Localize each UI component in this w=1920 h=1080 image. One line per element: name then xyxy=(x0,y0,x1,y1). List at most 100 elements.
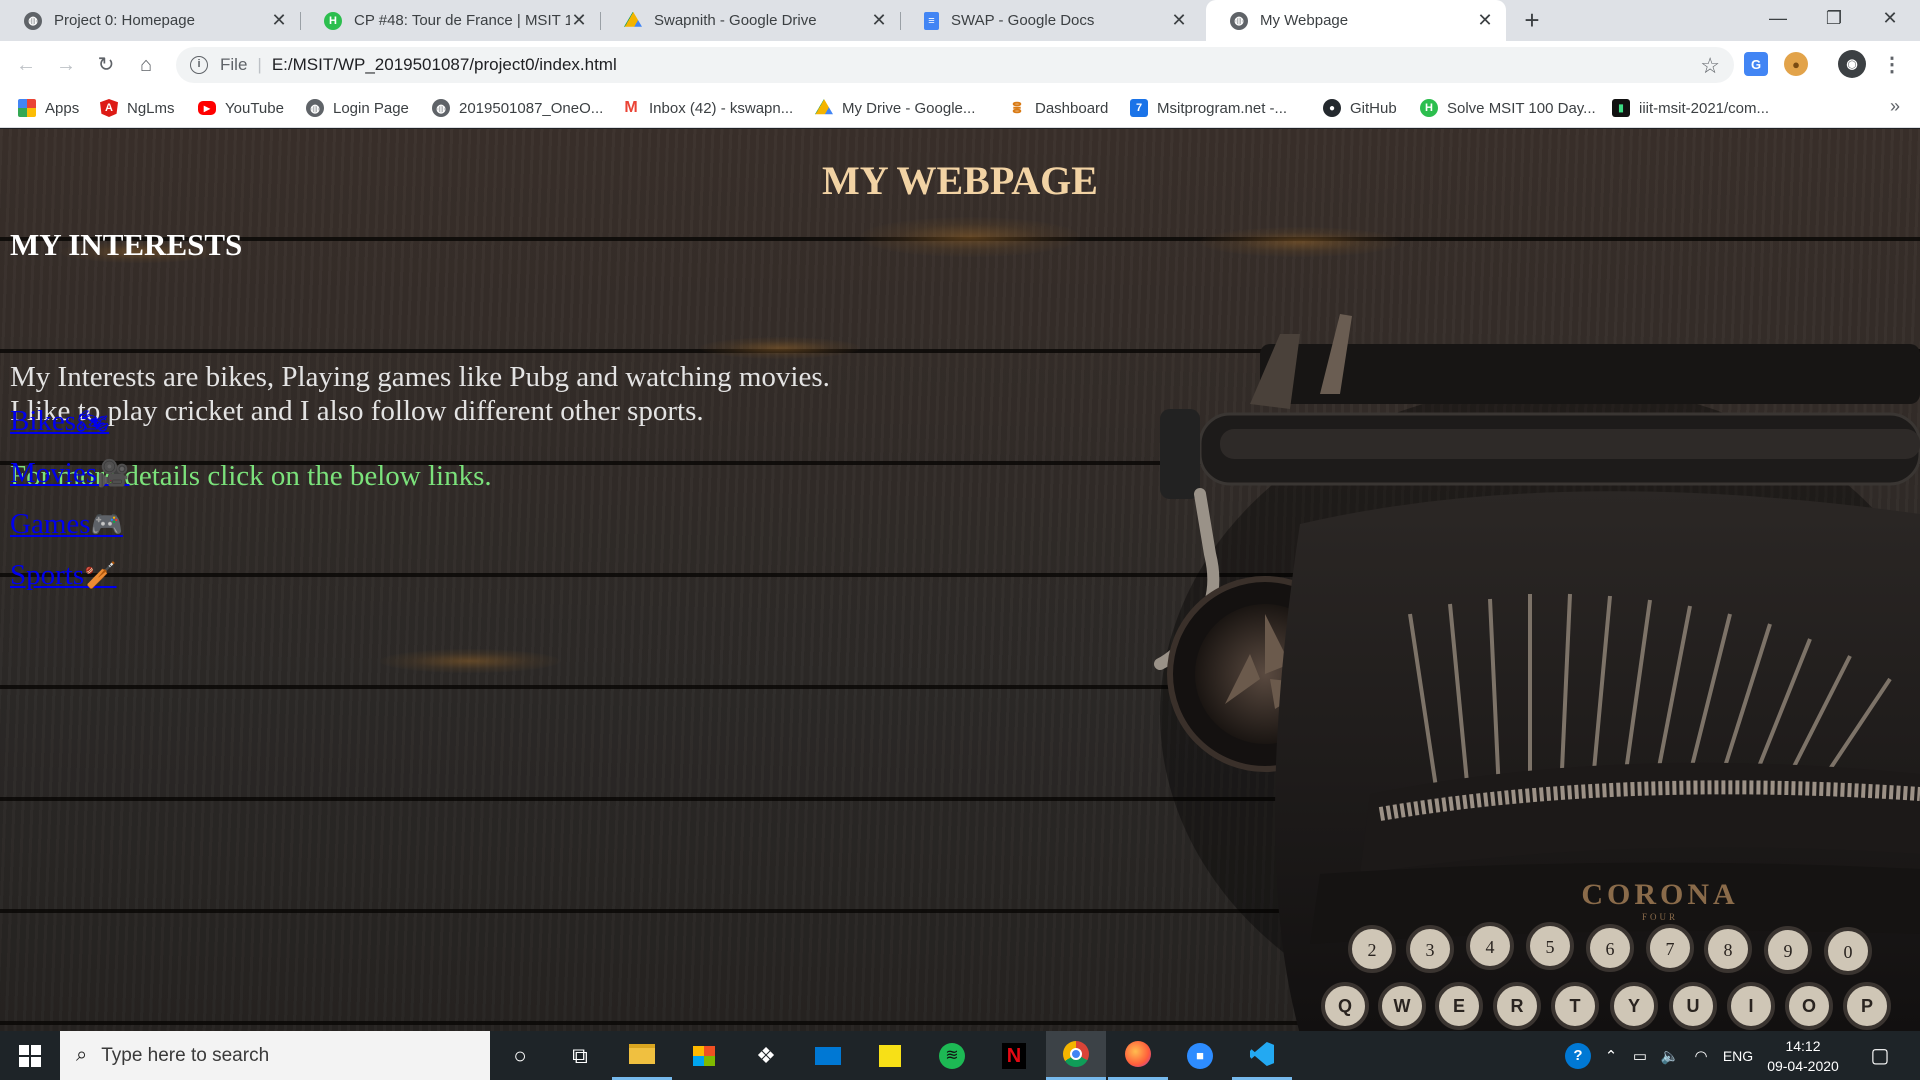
bookmark-dashboard[interactable]: ⴻ Dashboard xyxy=(1008,88,1108,128)
bookmark-label: Msitprogram.net -... xyxy=(1157,99,1288,117)
interests-heading: MY INTERESTS xyxy=(10,227,243,262)
start-button[interactable] xyxy=(0,1031,60,1080)
google-translate-icon[interactable]: G xyxy=(1744,52,1768,76)
dashboard-icon: ⴻ xyxy=(1008,99,1026,117)
bookmark-oneo[interactable]: ◍ 2019501087_OneO... xyxy=(432,88,603,128)
typewriter-key: T xyxy=(1570,996,1581,1016)
typewriter-key: 0 xyxy=(1844,942,1853,962)
typewriter-brand: CORONA xyxy=(1581,878,1738,911)
close-icon[interactable]: ✕ xyxy=(870,10,888,31)
browser-toolbar: ← → ↻ ⌂ i File | E:/MSIT/WP_2019501087/p… xyxy=(0,41,1920,88)
typewriter-key: I xyxy=(1748,996,1753,1016)
volume-icon[interactable]: 🔈 xyxy=(1656,1031,1684,1080)
battery-icon[interactable]: ▭ xyxy=(1626,1031,1654,1080)
spotify-icon[interactable]: ≋ xyxy=(922,1031,982,1080)
typewriter-subbrand: FOUR xyxy=(1642,912,1678,922)
typewriter-key: R xyxy=(1511,996,1524,1016)
typewriter-key: E xyxy=(1453,996,1465,1016)
new-tab-button[interactable]: + xyxy=(1518,6,1546,34)
bookmark-solve-msit[interactable]: H Solve MSIT 100 Day... xyxy=(1420,88,1596,128)
bookmark-login-page[interactable]: ◍ Login Page xyxy=(306,88,409,128)
dropbox-icon[interactable]: ❖ xyxy=(736,1031,796,1080)
bookmark-github[interactable]: ● GitHub xyxy=(1323,88,1397,128)
link-sports[interactable]: Sports🏏 xyxy=(10,559,117,592)
bookmark-msitprogram[interactable]: 7 Msitprogram.net -... xyxy=(1130,88,1287,128)
wifi-icon[interactable]: ◠ xyxy=(1686,1031,1716,1080)
taskbar-clock[interactable]: 14:12 09-04-2020 xyxy=(1758,1036,1848,1076)
bookmark-label: iiit-msit-2021/com... xyxy=(1639,99,1770,117)
zoom-icon[interactable]: ■ xyxy=(1170,1031,1230,1080)
vscode-icon[interactable] xyxy=(1232,1031,1292,1080)
bookmark-iiit-msit[interactable]: ▮ iiit-msit-2021/com... xyxy=(1612,88,1769,128)
reload-button[interactable]: ↻ xyxy=(92,51,120,79)
typewriter-key: P xyxy=(1861,996,1873,1016)
info-icon[interactable]: i xyxy=(190,56,208,74)
store-icon[interactable] xyxy=(674,1031,734,1080)
tab-project0[interactable]: ◍ Project 0: Homepage ✕ xyxy=(0,0,300,41)
search-icon: ⌕ xyxy=(76,1044,88,1066)
chrome-icon[interactable] xyxy=(1046,1031,1106,1080)
bookmark-apps[interactable]: Apps xyxy=(18,88,79,128)
close-icon[interactable]: ✕ xyxy=(570,10,588,31)
hackerearth-icon: H xyxy=(324,11,342,30)
wood-knot xyxy=(700,337,860,359)
tab-cp48[interactable]: H CP #48: Tour de France | MSIT 100 ✕ xyxy=(300,0,600,41)
language-indicator[interactable]: ENG xyxy=(1718,1031,1758,1080)
close-icon[interactable]: ✕ xyxy=(1170,10,1188,31)
home-button[interactable]: ⌂ xyxy=(132,51,160,79)
key-row-numbers: 2 3 4 5 6 7 8 9 0 xyxy=(1348,922,1872,975)
search-placeholder: Type here to search xyxy=(101,1044,270,1066)
angular-icon: A xyxy=(100,99,118,117)
bookmark-label: Solve MSIT 100 Day... xyxy=(1447,99,1596,117)
close-icon[interactable]: ✕ xyxy=(1476,10,1494,31)
link-games[interactable]: Games🎮 xyxy=(10,508,123,541)
url-text[interactable]: E:/MSIT/WP_2019501087/project0/index.htm… xyxy=(272,55,617,75)
minimize-button[interactable]: — xyxy=(1748,0,1808,36)
netflix-icon[interactable]: N xyxy=(984,1031,1044,1080)
address-bar[interactable]: i File | E:/MSIT/WP_2019501087/project0/… xyxy=(176,47,1734,83)
chrome-menu-icon[interactable]: ⋮ xyxy=(1880,52,1904,76)
tab-google-docs[interactable]: ≡ SWAP - Google Docs ✕ xyxy=(900,0,1200,41)
notification-icon[interactable]: ▢ xyxy=(1860,1031,1900,1080)
typewriter-illustration: CORONA FOUR 2 3 4 5 6 7 8 9 0 Q W E R T … xyxy=(1154,314,1920,1031)
forward-button[interactable]: → xyxy=(52,51,80,79)
typewriter-key: 4 xyxy=(1486,937,1495,957)
url-scheme: File xyxy=(220,55,248,74)
tab-strip: ◍ Project 0: Homepage ✕ H CP #48: Tour d… xyxy=(0,0,1920,41)
bookmark-youtube[interactable]: ▶ YouTube xyxy=(198,88,284,128)
bookmark-label: My Drive - Google... xyxy=(842,99,976,117)
tab-google-drive[interactable]: Swapnith - Google Drive ✕ xyxy=(600,0,900,41)
bookmark-my-drive[interactable]: My Drive - Google... xyxy=(815,88,975,128)
google-drive-icon xyxy=(815,99,833,115)
wood-knot xyxy=(1200,227,1400,257)
cookie-extension-icon[interactable]: ● xyxy=(1784,52,1808,76)
cortana-icon[interactable]: ○ xyxy=(490,1031,550,1080)
link-bikes[interactable]: Bikes🏍 xyxy=(10,405,109,438)
profile-avatar-icon[interactable]: ◉ xyxy=(1838,50,1866,78)
bookmark-label: YouTube xyxy=(225,99,284,117)
close-icon[interactable]: ✕ xyxy=(270,10,288,31)
taskbar-search-box[interactable]: ⌕ Type here to search xyxy=(60,1031,490,1080)
back-button[interactable]: ← xyxy=(12,51,40,79)
firefox-icon[interactable] xyxy=(1108,1031,1168,1080)
bookmark-star-icon[interactable]: ☆ xyxy=(1700,53,1720,79)
task-view-icon[interactable]: ⧉ xyxy=(550,1031,610,1080)
bookmark-inbox[interactable]: M Inbox (42) - kswapn... xyxy=(622,88,793,128)
sticky-notes-icon[interactable] xyxy=(860,1031,920,1080)
link-label: Movies xyxy=(10,457,97,489)
link-label: Games xyxy=(10,508,91,540)
interests-paragraph: My Interests are bikes, Playing games li… xyxy=(10,360,830,428)
close-window-button[interactable]: ✕ xyxy=(1860,0,1920,36)
wood-knot xyxy=(860,217,1080,257)
typewriter-key: 7 xyxy=(1666,939,1675,959)
maximize-button[interactable]: ❐ xyxy=(1804,0,1864,36)
help-icon[interactable]: ? xyxy=(1560,1031,1596,1080)
file-explorer-icon[interactable] xyxy=(612,1031,672,1080)
chevron-up-icon[interactable]: ⌃ xyxy=(1598,1031,1624,1080)
mail-icon[interactable] xyxy=(798,1031,858,1080)
bookmark-nglms[interactable]: A NgLms xyxy=(100,88,175,128)
typewriter-key: W xyxy=(1394,996,1411,1016)
bookmarks-overflow-button[interactable]: » xyxy=(1890,96,1900,117)
tab-my-webpage[interactable]: ◍ My Webpage ✕ xyxy=(1206,0,1506,41)
link-movies[interactable]: Movies🎥 xyxy=(10,457,129,490)
